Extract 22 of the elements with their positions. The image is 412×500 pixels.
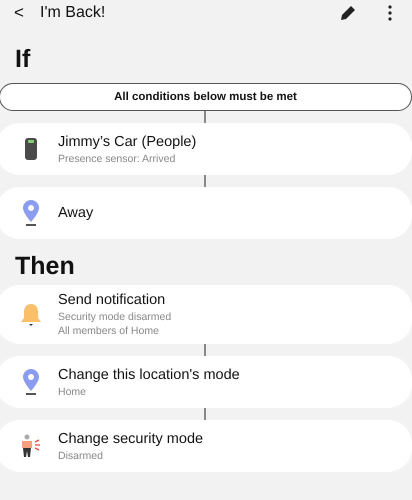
back-button[interactable]: < <box>14 2 40 22</box>
rule-card[interactable]: Change this location's mode Home <box>0 356 412 408</box>
rule-card[interactable]: Jimmy’s Car (People) Presence sensor: Arrived <box>0 123 412 175</box>
card-detail: Home <box>58 384 88 398</box>
card-detail: All members of Home <box>58 324 160 338</box>
card-detail: Disarmed <box>58 448 104 462</box>
card-detail: Presence sensor: Arrived <box>58 152 176 166</box>
rule-card[interactable]: Send notification Security mode disarmed All members of Home <box>0 285 412 344</box>
section-heading: Then <box>14 252 76 280</box>
section-heading: If <box>14 45 32 73</box>
card-title: Send notification <box>58 291 166 310</box>
edit-icon[interactable] <box>340 4 356 20</box>
condition-mode-button[interactable]: All conditions below must be met <box>0 83 412 111</box>
screen-title: I'm Back! <box>40 4 106 22</box>
card-title: Away <box>58 204 94 222</box>
rule-card[interactable]: Change security mode Disarmed <box>0 420 412 472</box>
more-icon[interactable] <box>388 4 392 20</box>
card-title: Change this location's mode <box>58 366 240 384</box>
card-title: Change security mode <box>58 430 204 448</box>
card-detail: Security mode disarmed <box>58 310 172 324</box>
card-title: Jimmy’s Car (People) <box>58 132 196 152</box>
rule-card[interactable]: Away <box>0 187 412 239</box>
